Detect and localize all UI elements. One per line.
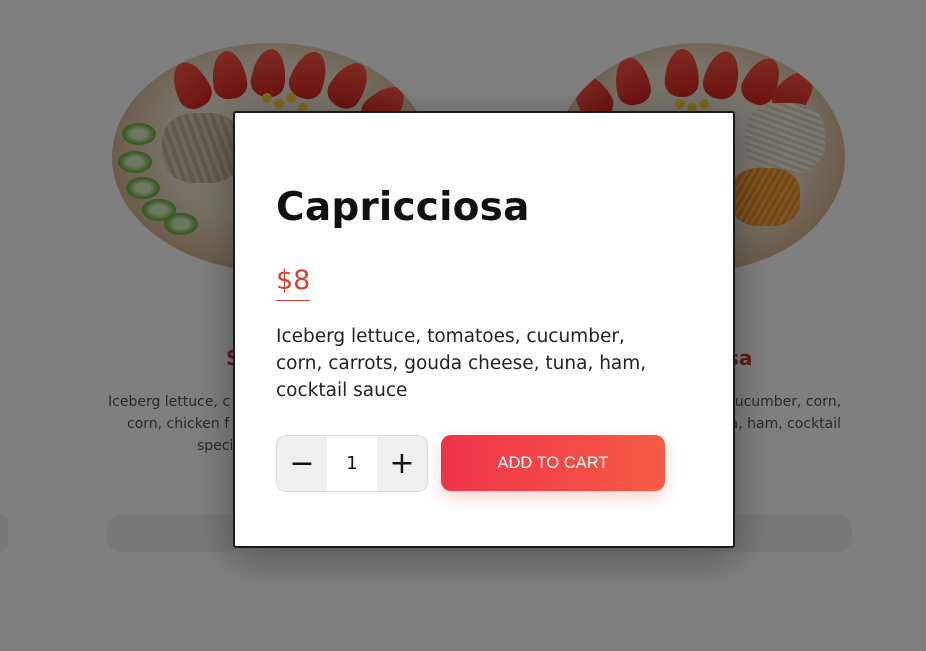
- increment-button[interactable]: +: [377, 436, 427, 491]
- plus-icon: +: [389, 446, 415, 481]
- quantity-stepper: − +: [276, 435, 428, 492]
- product-price: $8: [276, 265, 311, 301]
- product-description: Iceberg lettuce, tomatoes, cucumber, cor…: [276, 326, 647, 401]
- minus-icon: −: [289, 446, 315, 481]
- add-to-cart-button[interactable]: ADD TO CART: [441, 435, 665, 491]
- product-title: Capricciosa: [276, 185, 530, 230]
- decrement-button[interactable]: −: [277, 436, 327, 491]
- quantity-input[interactable]: [327, 436, 377, 491]
- product-modal: Capricciosa $8 Iceberg lettuce, tomatoes…: [233, 111, 735, 548]
